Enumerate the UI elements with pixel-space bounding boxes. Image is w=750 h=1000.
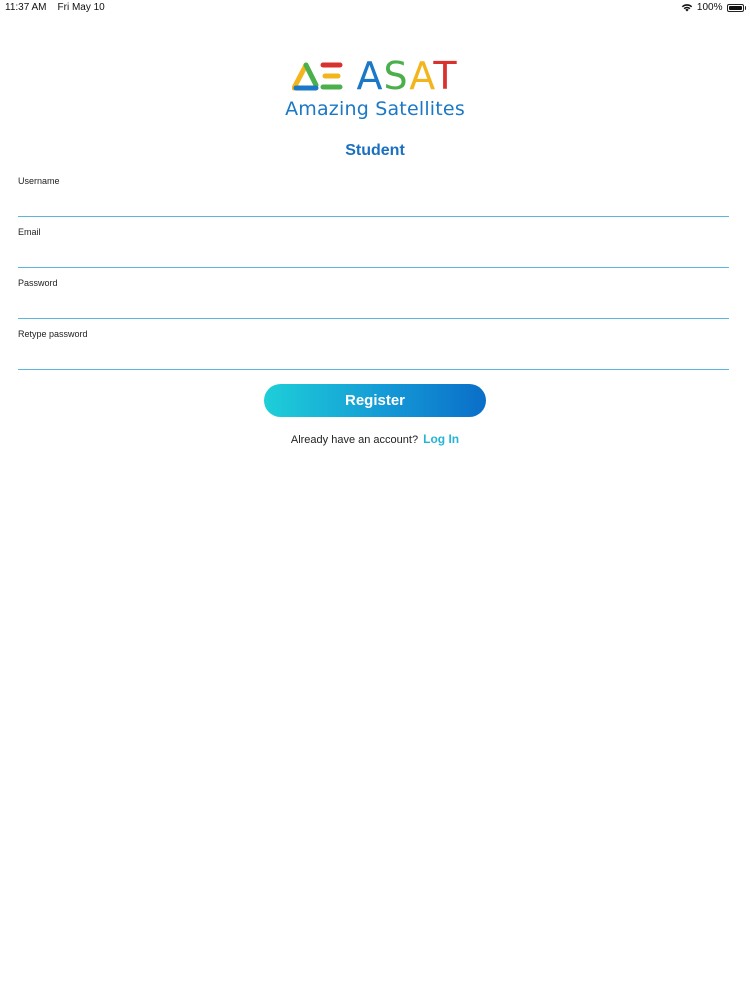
page-title: Student (345, 142, 405, 159)
login-link[interactable]: Log In (423, 432, 459, 446)
username-input[interactable] (18, 196, 729, 214)
battery-icon (726, 3, 746, 12)
app-logo: ASAT Amazing Satellites (0, 54, 750, 120)
retype-password-field[interactable]: Retype password (18, 329, 729, 370)
status-date: Fri May 10 (57, 2, 105, 13)
wifi-icon (681, 3, 693, 12)
email-field[interactable]: Email (18, 227, 729, 268)
retype-password-input[interactable] (18, 349, 729, 367)
battery-percent: 100% (696, 2, 723, 13)
password-label: Password (18, 278, 58, 288)
asat-logo-icon (292, 61, 344, 91)
brand-name: ASAT (356, 54, 458, 98)
register-screen: 11:37 AM Fri May 10 100% ASAT Amazing Sa… (0, 0, 750, 1000)
password-input[interactable] (18, 298, 729, 316)
login-prompt-row: Already have an account? Log In (0, 432, 750, 446)
register-button[interactable]: Register (264, 384, 486, 417)
username-field[interactable]: Username (18, 176, 729, 217)
password-field[interactable]: Password (18, 278, 729, 319)
brand-tagline: Amazing Satellites (285, 98, 465, 120)
email-label: Email (18, 227, 41, 237)
email-input[interactable] (18, 247, 729, 265)
username-label: Username (18, 176, 60, 186)
status-bar: 11:37 AM Fri May 10 100% (0, 0, 750, 16)
retype-password-label: Retype password (18, 329, 88, 339)
status-time: 11:37 AM (5, 2, 47, 13)
login-prompt-text: Already have an account? (290, 434, 419, 446)
